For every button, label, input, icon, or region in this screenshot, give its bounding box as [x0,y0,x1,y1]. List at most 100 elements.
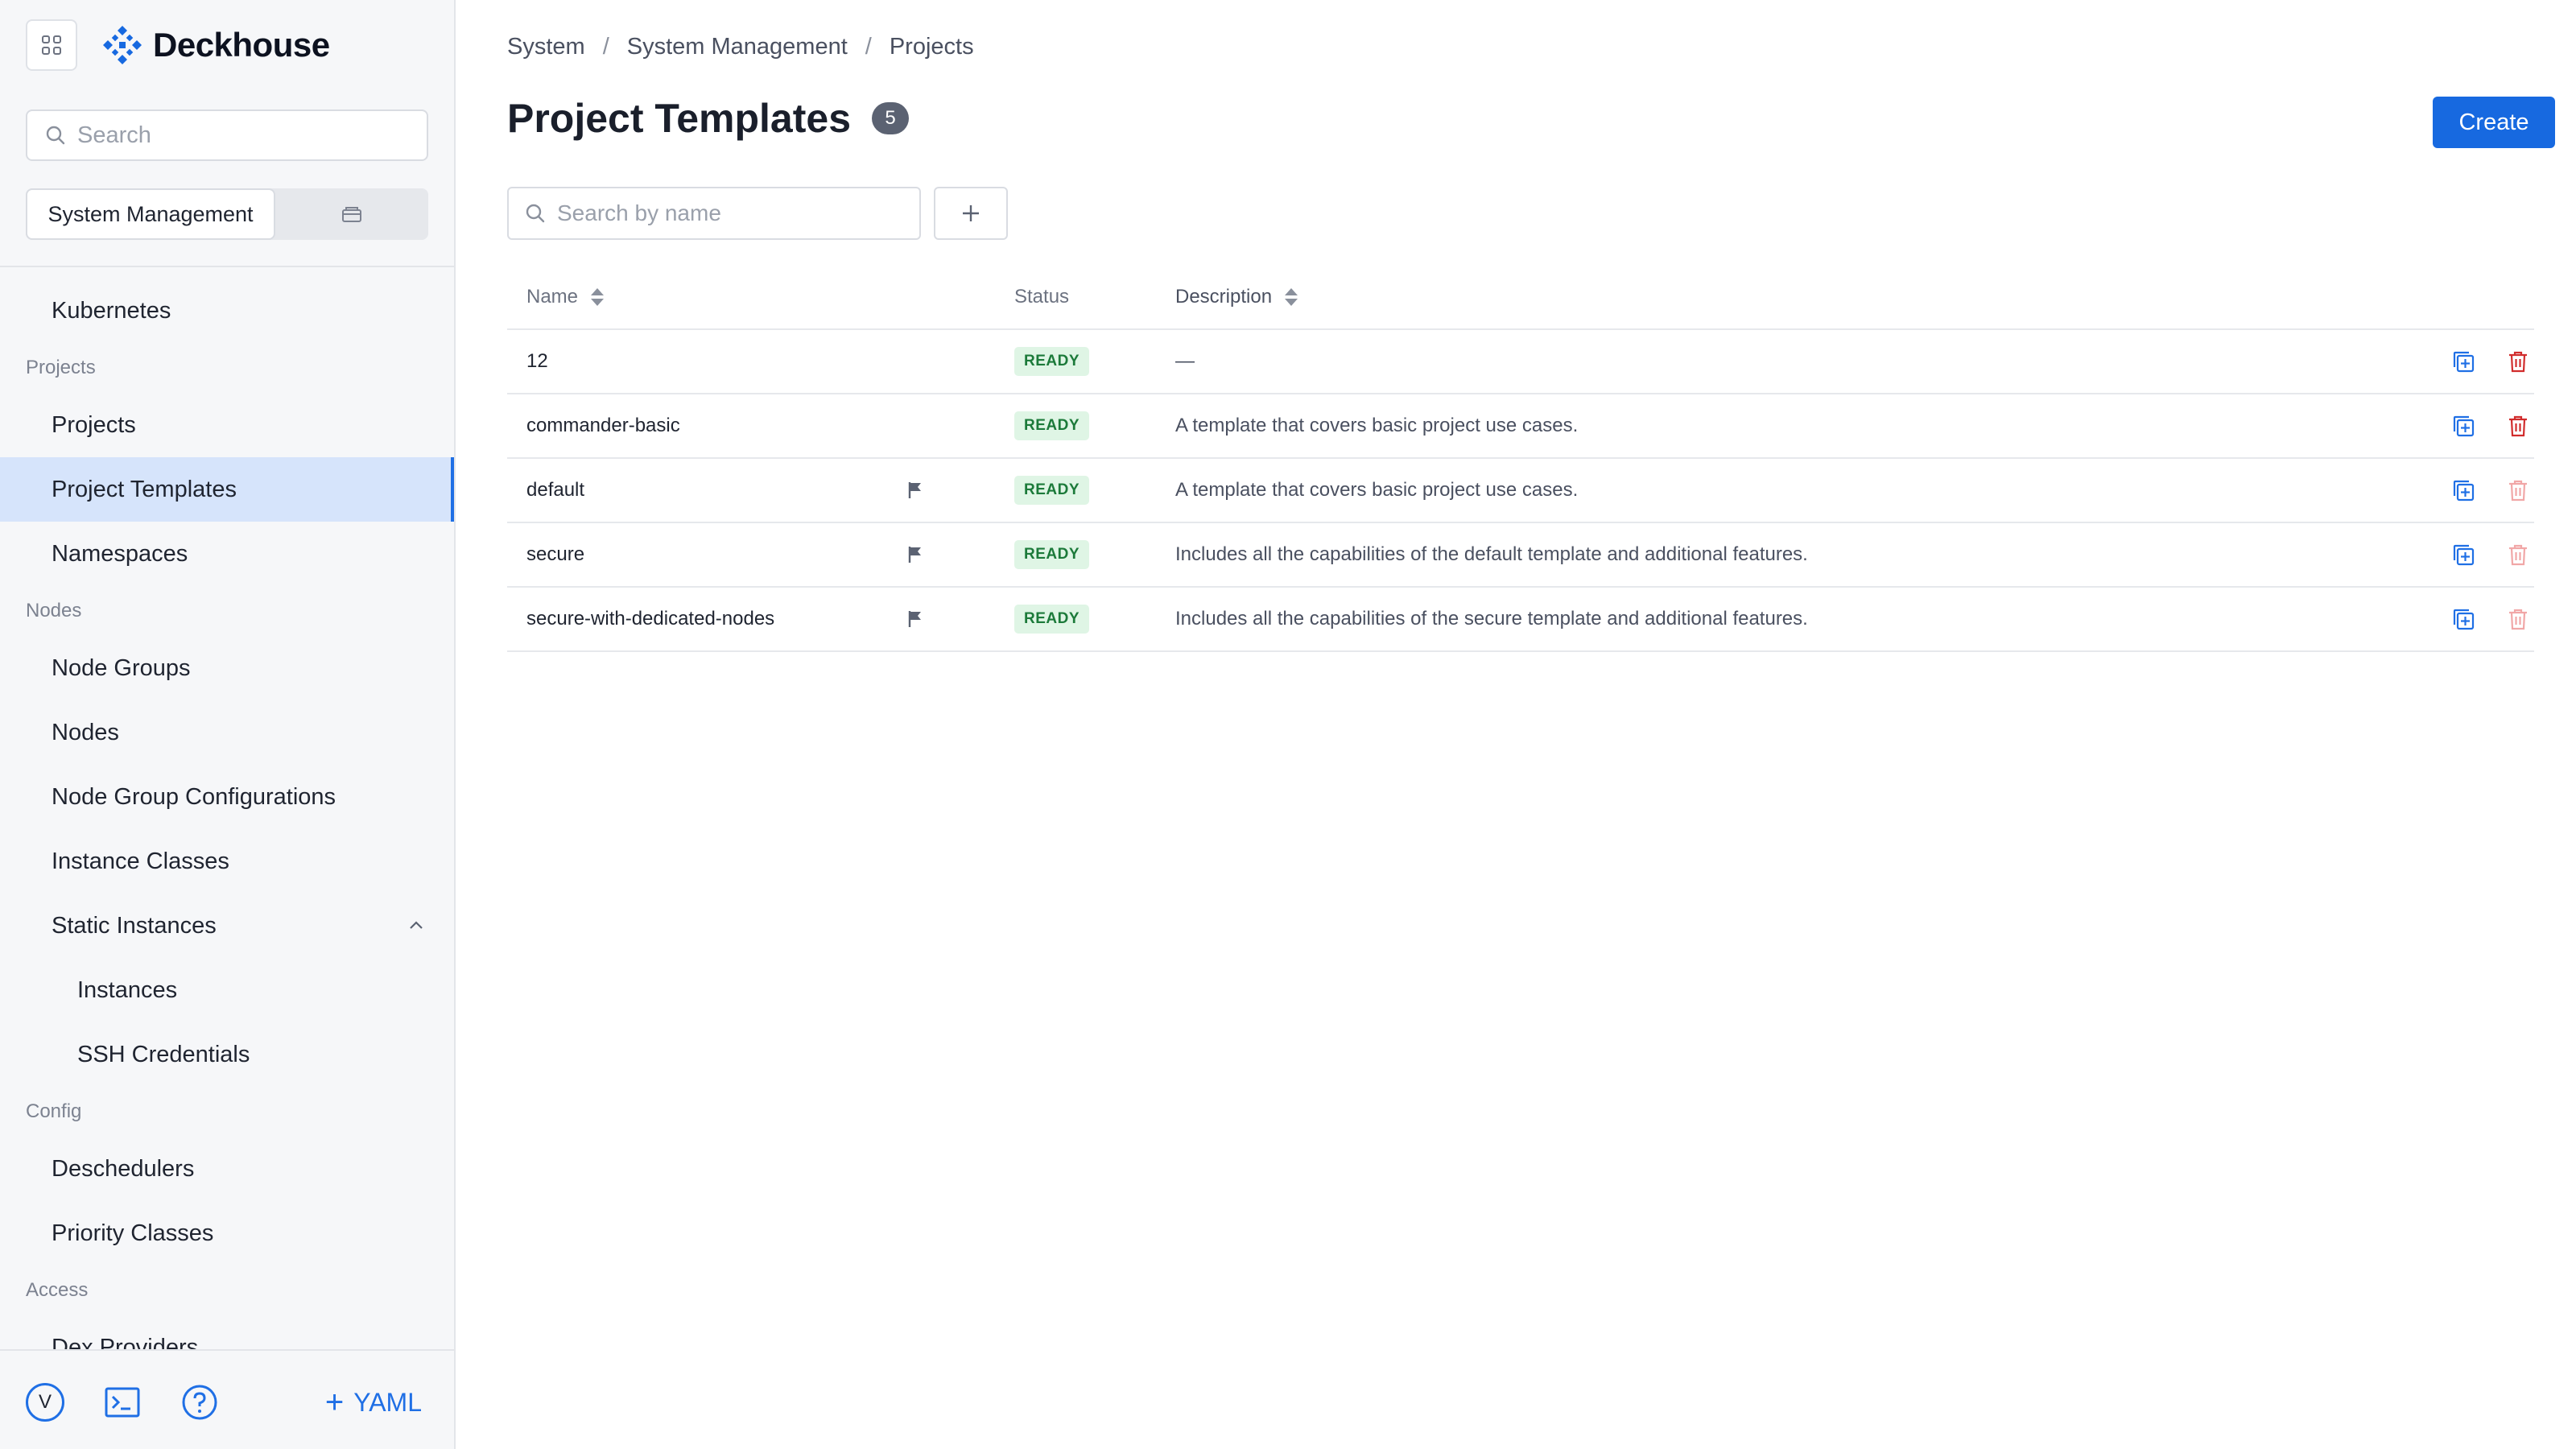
sidebar-search[interactable] [26,109,428,161]
sidebar-item-label: Instances [77,976,178,1003]
table-row[interactable]: commander-basic READY A template that cove… [507,394,2534,459]
sidebar-item-node-groups[interactable]: Node Groups [0,636,454,700]
cell-actions [2446,606,2534,632]
cell-name: secure-with-dedicated-nodes [507,608,906,630]
sidebar-item-label: Nodes [52,719,119,745]
template-name-link[interactable]: 12 [526,350,548,373]
template-name-link[interactable]: commander-basic [526,415,680,437]
breadcrumb: System / System Management / Projects [507,34,974,60]
deckhouse-logo-icon [103,26,142,64]
template-name-link[interactable]: default [526,479,584,502]
add-yaml-button[interactable]: + YAML [325,1386,422,1418]
name-search[interactable] [507,187,921,240]
sidebar-divider [0,266,454,267]
count-badge: 5 [872,102,910,134]
status-badge: READY [1014,540,1090,569]
switch-projects[interactable] [275,188,428,240]
sidebar-item-project-templates[interactable]: Project Templates [0,457,454,522]
table-row[interactable]: 12 READY — [507,330,2534,394]
sidebar-item-label: Priority Classes [52,1220,214,1246]
sidebar-item-label: Projects [52,411,136,438]
create-button[interactable]: Create [2433,97,2555,148]
plus-icon [963,205,979,221]
name-search-input[interactable] [557,200,895,226]
logo[interactable]: Deckhouse [101,24,330,66]
sidebar-item-label: Namespaces [52,540,188,567]
table-body: 12 READY — commander-basic READY A template t… [507,330,2534,652]
switch-system-management[interactable]: System Management [26,188,275,240]
nav-section-nodes: Nodes [26,600,82,621]
terminal-icon[interactable] [103,1383,142,1422]
copy-icon[interactable] [2450,349,2476,374]
cell-description: Includes all the capabilities of the sec… [1175,608,1808,630]
status-badge: READY [1014,411,1090,440]
chevron-up-icon[interactable] [407,916,425,934]
copy-icon[interactable] [2450,413,2476,439]
sidebar-item-namespaces[interactable]: Namespaces [0,522,454,586]
sidebar-item-node-group-configurations[interactable]: Node Group Configurations [0,765,454,829]
add-filter-button[interactable] [934,187,1008,240]
sidebar-item-projects[interactable]: Projects [0,393,454,457]
breadcrumb-item[interactable]: Projects [890,34,974,60]
trash-icon[interactable] [2505,606,2531,632]
sidebar-item-dex-providers[interactable]: Dex Providers [0,1315,454,1350]
cell-actions [2446,413,2534,439]
template-name-link[interactable]: secure-with-dedicated-nodes [526,608,774,630]
trash-icon[interactable] [2505,477,2531,503]
sidebar-item-instance-classes[interactable]: Instance Classes [0,829,454,894]
breadcrumb-item[interactable]: System Management [627,34,848,60]
cell-name: 12 [507,350,906,373]
sidebar-header: Deckhouse [26,19,444,71]
sidebar-item-priority-classes[interactable]: Priority Classes [0,1201,454,1265]
table-row[interactable]: secure-with-dedicated-nodes READY Includes… [507,588,2534,652]
app-switcher-button[interactable] [26,19,77,71]
copy-icon[interactable] [2450,542,2476,568]
trash-icon[interactable] [2505,413,2531,439]
sidebar-item-deschedulers[interactable]: Deschedulers [0,1137,454,1201]
column-description[interactable]: Description [1175,286,2446,308]
cell-status: READY [1014,540,1175,569]
table-header: Name Status Description [507,266,2534,330]
copy-icon[interactable] [2450,606,2476,632]
column-name-label: Name [526,286,579,308]
breadcrumb-item[interactable]: System [507,34,585,60]
search-icon [526,204,545,223]
page-title: Project Templates [507,96,852,141]
sidebar-item-kubernetes[interactable]: Kubernetes [0,279,454,343]
table-row[interactable]: default READY A template that covers basic… [507,459,2534,523]
grid-icon [42,35,61,55]
breadcrumb-separator: / [865,34,872,60]
breadcrumb-separator: / [602,34,609,60]
sidebar-nav: Kubernetes Projects Projects Project Templa… [0,279,454,1349]
trash-icon[interactable] [2505,542,2531,568]
sidebar-item-label: SSH Credentials [77,1041,250,1067]
sidebar-item-nodes[interactable]: Nodes [0,700,454,765]
help-icon[interactable] [180,1383,219,1422]
cell-actions [2446,542,2534,568]
sidebar-item-instances[interactable]: Instances [0,958,454,1022]
sidebar-item-static-instances[interactable]: Static Instances [0,894,454,958]
template-name-link[interactable]: secure [526,543,584,566]
sort-icon[interactable] [589,287,605,308]
sort-icon[interactable] [1283,287,1299,308]
cell-actions [2446,349,2534,374]
cell-actions [2446,477,2534,503]
copy-icon[interactable] [2450,477,2476,503]
sidebar-item-ssh-credentials[interactable]: SSH Credentials [0,1022,454,1087]
templates-table: Name Status Description 12 READY — commande… [507,266,2534,652]
cell-flag [906,545,1014,564]
sidebar-item-label: Node Group Configurations [52,783,336,810]
cell-name: commander-basic [507,415,906,437]
table-row[interactable]: secure READY Includes all the capabilities… [507,523,2534,588]
sidebar-search-input[interactable] [77,122,399,149]
cell-description: A template that covers basic project use… [1175,415,1579,436]
trash-icon[interactable] [2505,349,2531,374]
sidebar: Deckhouse System Management Kubernetes Pr… [0,0,456,1449]
yaml-label: YAML [353,1387,422,1417]
cell-flag [906,481,1014,500]
sidebar-item-label: Instance Classes [52,848,229,874]
column-name[interactable]: Name [507,286,906,308]
avatar[interactable]: V [26,1383,64,1422]
sidebar-item-label: Project Templates [52,476,237,502]
folder-icon [342,207,361,222]
